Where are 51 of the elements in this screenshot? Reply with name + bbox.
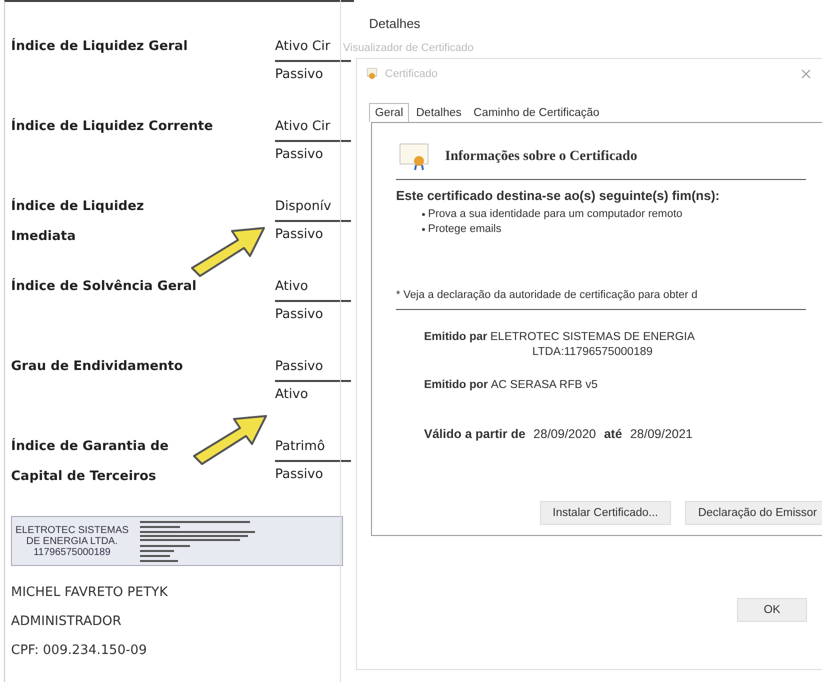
purpose-title: Este certificado destina-se ao(s) seguinte(s) fim(ns): xyxy=(396,188,721,203)
index-label: Capital de Terceiros xyxy=(11,468,156,486)
denominator-text: Passivo xyxy=(275,66,324,84)
dialog-button[interactable]: Instalar Certificado... xyxy=(540,501,672,525)
close-icon[interactable] xyxy=(801,69,811,79)
denominator-text: Passivo xyxy=(275,466,324,484)
signer-text: MICHEL FAVRETO PETYK xyxy=(11,584,169,602)
denominator-text: Passivo xyxy=(275,306,324,324)
numerator-text: Patrimô xyxy=(275,432,351,462)
signer-text: CPF: 009.234.150-09 xyxy=(11,642,148,660)
denominator-text: Passivo xyxy=(275,226,324,244)
purpose-item: Protege emails xyxy=(428,222,502,237)
signer-text: ADMINISTRADOR xyxy=(11,613,122,631)
index-label: Índice de Liquidez Geral xyxy=(11,37,188,56)
dialog-title: Certificado xyxy=(385,68,438,80)
bullet-icon xyxy=(422,213,425,216)
field-label: até xyxy=(604,427,622,441)
field-value: LTDA:11796575000189 xyxy=(532,345,653,360)
certificate-icon xyxy=(367,68,377,80)
numerator-text: Passivo xyxy=(275,352,351,382)
stamp-text: ELETROTEC SISTEMAS xyxy=(15,524,129,536)
date-text: 28/09/2021 xyxy=(630,427,693,441)
index-label: Grau de Endividamento xyxy=(11,358,183,376)
index-label: Imediata xyxy=(11,228,76,246)
date-text: 28/09/2020 xyxy=(533,427,596,441)
tab-label: Detalhes xyxy=(369,16,420,31)
field-label: Emitido par xyxy=(424,330,488,345)
field-value: AC SERASA RFB v5 xyxy=(490,378,598,393)
field-value: ELETROTEC SISTEMAS DE ENERGIA xyxy=(490,330,695,345)
index-label: Índice de Liquidez Corrente xyxy=(11,117,213,136)
stamp-text: 11796575000189 xyxy=(33,546,111,558)
stamp-text: DE ENERGIA LTDA. xyxy=(26,536,118,546)
section-heading: Informações sobre o Certificado xyxy=(445,149,638,165)
numerator-text: Ativo xyxy=(275,272,351,302)
dialog-button[interactable]: Declaração do Emissor xyxy=(685,501,822,525)
index-label: Índice de Garantia de xyxy=(11,437,169,456)
field-label: Emitido por xyxy=(424,378,488,393)
window-title: Visualizador de Certificado xyxy=(343,42,474,54)
index-label: Índice de Solvência Geral xyxy=(11,277,196,296)
denominator-text: Ativo xyxy=(275,386,310,404)
purpose-item: Prova a sua identidade para um computador remoto xyxy=(428,207,682,222)
note-text: * Veja a declaração da autoridade de certificação para obter d xyxy=(396,289,698,301)
tab[interactable]: Geral xyxy=(369,103,410,122)
field-label: Válido a partir de xyxy=(424,427,526,441)
bullet-icon xyxy=(422,228,425,231)
ok-button[interactable]: OK xyxy=(737,598,807,622)
numerator-text: Ativo Cir xyxy=(275,112,351,142)
denominator-text: Passivo xyxy=(275,146,324,164)
certificate-icon xyxy=(399,143,431,171)
index-label: Índice de Liquidez xyxy=(11,197,144,216)
numerator-text: Disponív xyxy=(275,192,351,222)
